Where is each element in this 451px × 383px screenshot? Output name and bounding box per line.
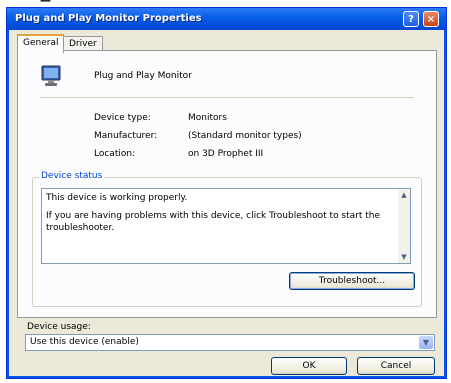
tab-general[interactable]: General bbox=[17, 34, 65, 53]
device-status-textbox[interactable]: This device is working properly. If you … bbox=[41, 188, 411, 264]
status-line-working: This device is working properly. bbox=[46, 193, 188, 203]
manufacturer-label: Manufacturer: bbox=[94, 131, 158, 141]
location-value: on 3D Prophet III bbox=[188, 149, 264, 159]
scroll-up-arrow-icon[interactable]: ▲ bbox=[399, 190, 409, 200]
device-usage-value: Use this device (enable) bbox=[30, 337, 139, 347]
device-type-value: Monitors bbox=[188, 113, 227, 123]
window-title: Plug and Play Monitor Properties bbox=[15, 13, 202, 24]
device-status-label: Device status bbox=[39, 171, 105, 181]
general-tab-panel: Plug and Play Monitor Device type: Monit… bbox=[17, 50, 437, 318]
device-status-group: Device status This device is working pro… bbox=[32, 171, 422, 307]
device-status-text: This device is working properly. If you … bbox=[46, 192, 386, 240]
device-usage-select[interactable]: Use this device (enable) ▼ bbox=[25, 334, 435, 351]
cancel-button[interactable]: Cancel bbox=[357, 357, 435, 375]
device-usage-label: Device usage: bbox=[27, 322, 91, 332]
tab-driver[interactable]: Driver bbox=[63, 36, 103, 51]
properties-dialog: Plug and Play Monitor Properties ? × Gen… bbox=[6, 7, 447, 379]
monitor-icon bbox=[41, 65, 61, 86]
close-button[interactable]: × bbox=[423, 11, 439, 27]
manufacturer-value: (Standard monitor types) bbox=[188, 131, 302, 141]
help-button[interactable]: ? bbox=[403, 11, 419, 27]
cropped-heading-fragment: — bbox=[40, 0, 52, 7]
ok-button[interactable]: OK bbox=[271, 357, 347, 375]
chevron-down-icon[interactable]: ▼ bbox=[419, 336, 433, 349]
location-label: Location: bbox=[94, 149, 136, 159]
troubleshoot-button[interactable]: Troubleshoot... bbox=[289, 272, 415, 290]
device-type-label: Device type: bbox=[94, 113, 151, 123]
scroll-down-arrow-icon[interactable]: ▼ bbox=[399, 252, 409, 262]
status-line-troubleshoot-hint: If you are having problems with this dev… bbox=[46, 211, 381, 233]
device-name: Plug and Play Monitor bbox=[94, 71, 192, 81]
status-scrollbar[interactable]: ▲ ▼ bbox=[398, 189, 410, 263]
title-bar[interactable]: Plug and Play Monitor Properties ? × bbox=[7, 8, 446, 30]
divider bbox=[40, 97, 414, 98]
